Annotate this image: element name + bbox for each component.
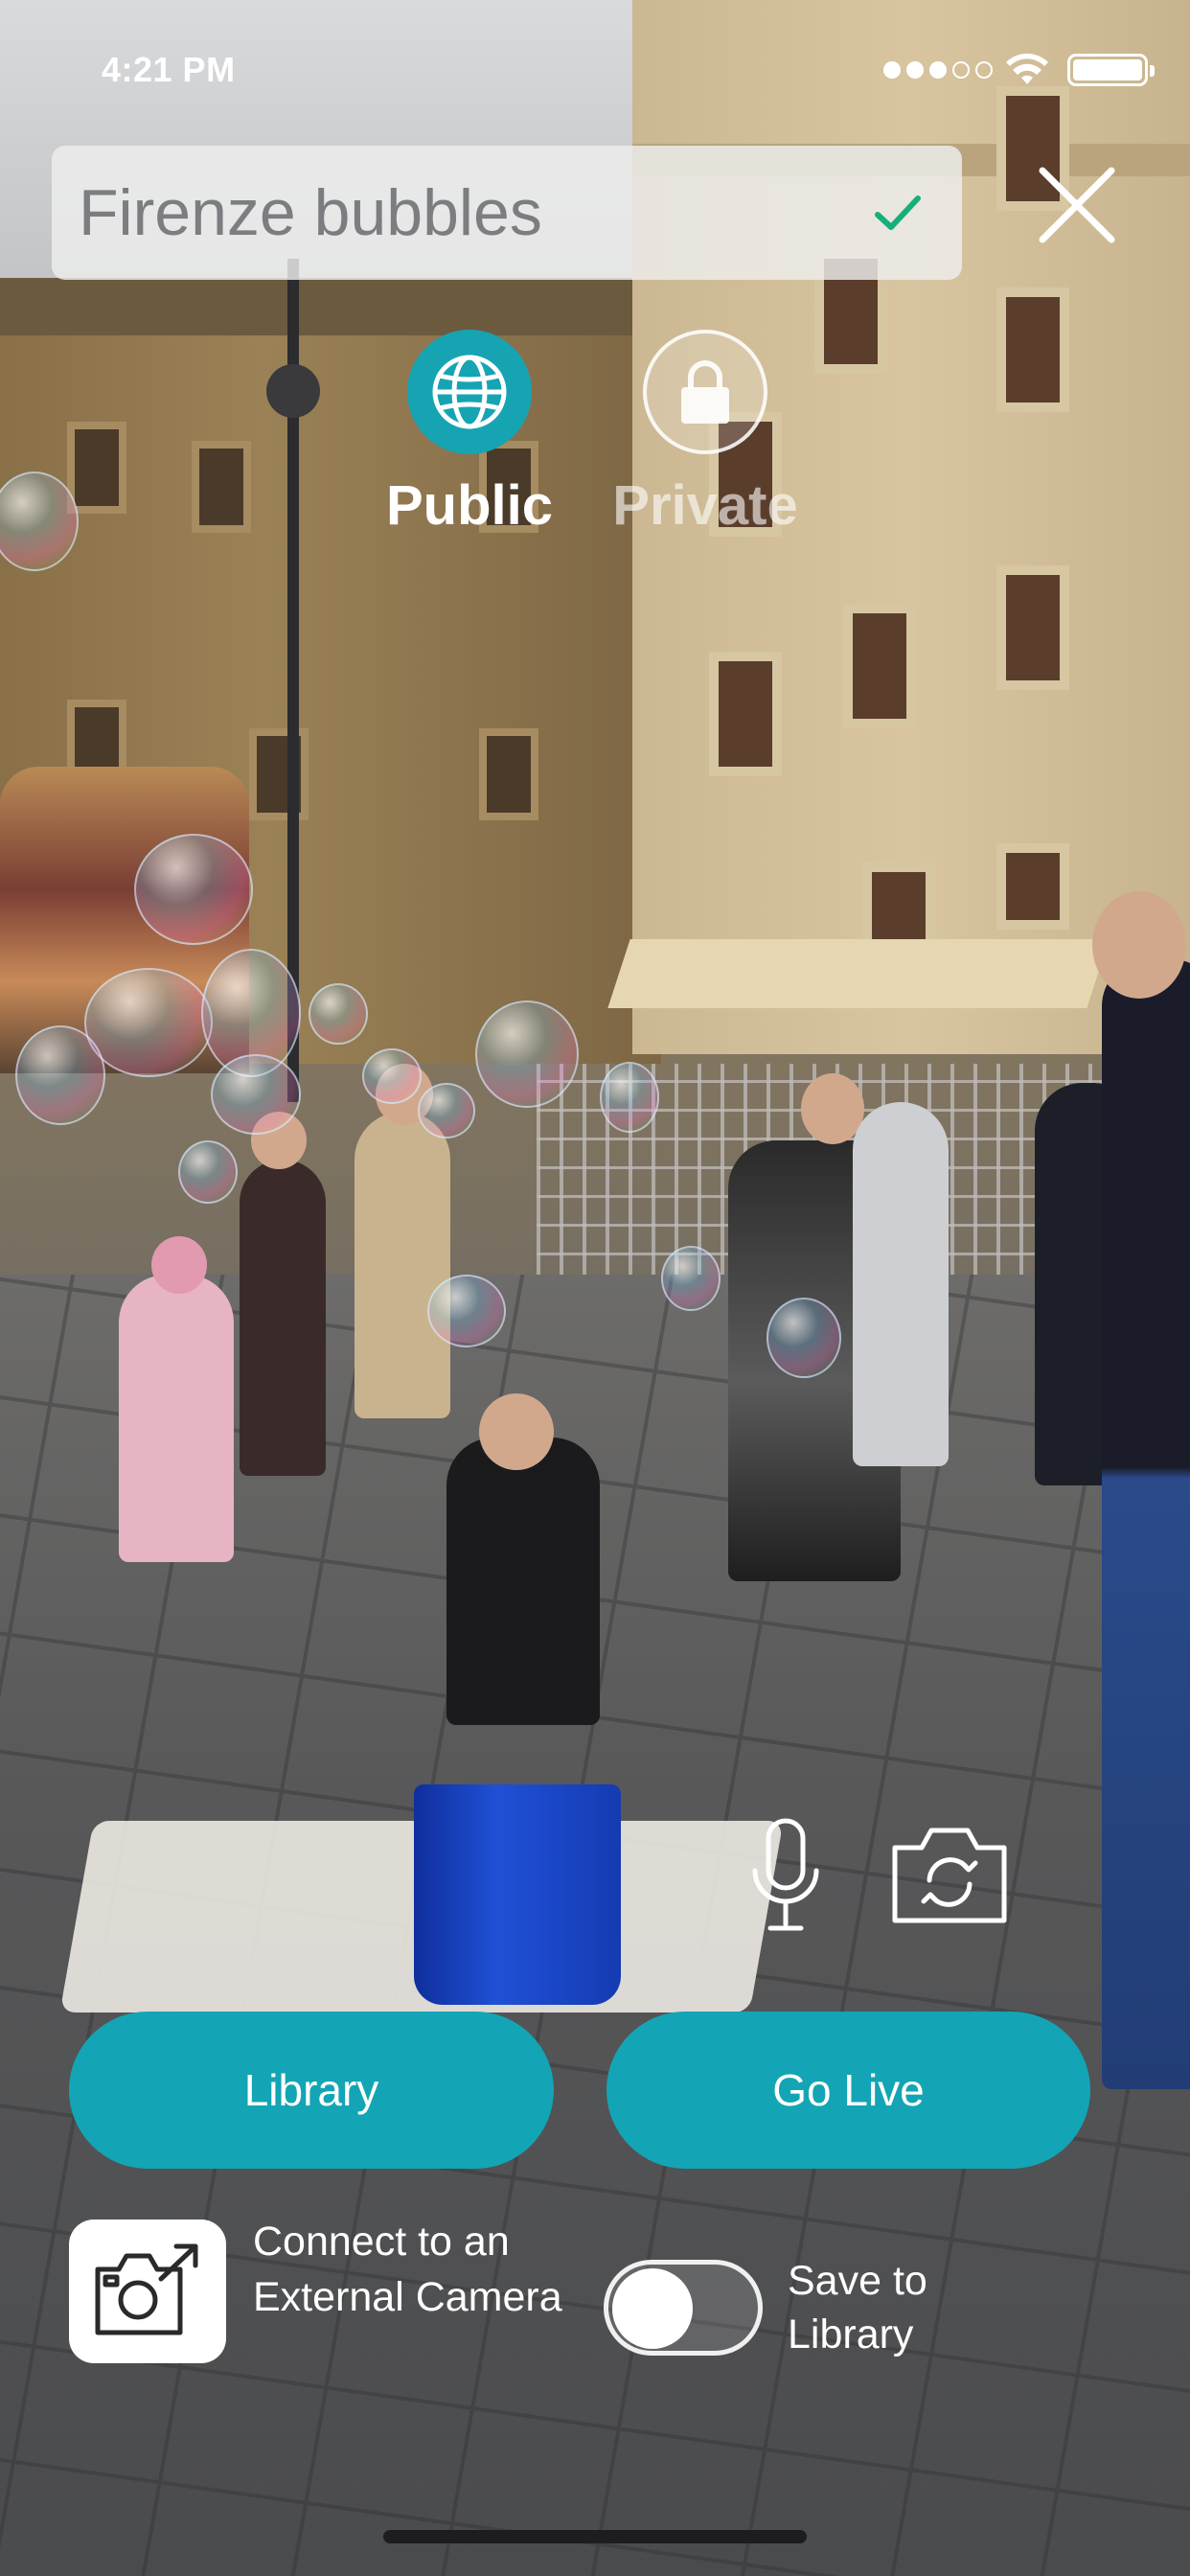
external-camera-button[interactable]	[69, 2220, 226, 2363]
child-pink	[119, 1275, 234, 1562]
signal-strength-icon	[883, 61, 993, 79]
go-live-button[interactable]: Go Live	[606, 2012, 1090, 2169]
camera-link-icon	[95, 2243, 198, 2335]
status-time: 4:21 PM	[102, 50, 236, 89]
lock-button[interactable]	[643, 330, 767, 454]
visibility-private-option[interactable]: Private	[600, 330, 811, 538]
stream-title-input[interactable]	[77, 146, 872, 280]
visibility-public-option[interactable]: Public	[364, 330, 575, 538]
stream-title-field[interactable]	[52, 146, 962, 280]
microphone-icon[interactable]	[747, 1817, 824, 1936]
flip-camera-icon[interactable]	[889, 1825, 1010, 1926]
visibility-public-label: Public	[385, 474, 554, 537]
wifi-icon	[1006, 53, 1048, 84]
man-jacket	[853, 1102, 949, 1466]
toggle-knob	[612, 2268, 693, 2349]
save-to-library-label: Save to Library	[788, 2258, 927, 2358]
person	[355, 1112, 450, 1418]
person	[240, 1160, 326, 1476]
library-button[interactable]: Library	[69, 2012, 554, 2169]
lock-icon	[681, 360, 729, 424]
child-black	[446, 1438, 600, 1725]
globe-button[interactable]	[407, 330, 532, 454]
visibility-private-label: Private	[612, 474, 798, 537]
man-bubble-maker	[1102, 958, 1190, 2089]
close-icon[interactable]	[1033, 161, 1121, 249]
awning	[607, 939, 1110, 1008]
globe-icon	[432, 355, 507, 429]
battery-icon	[1067, 54, 1155, 86]
save-to-library-toggle[interactable]	[604, 2260, 763, 2356]
camera-preview	[0, 0, 1190, 2576]
external-camera-label: Connect to an External Camera	[253, 2219, 562, 2320]
check-icon	[875, 196, 921, 230]
blue-bucket	[414, 1784, 621, 2005]
home-indicator	[383, 2530, 807, 2543]
